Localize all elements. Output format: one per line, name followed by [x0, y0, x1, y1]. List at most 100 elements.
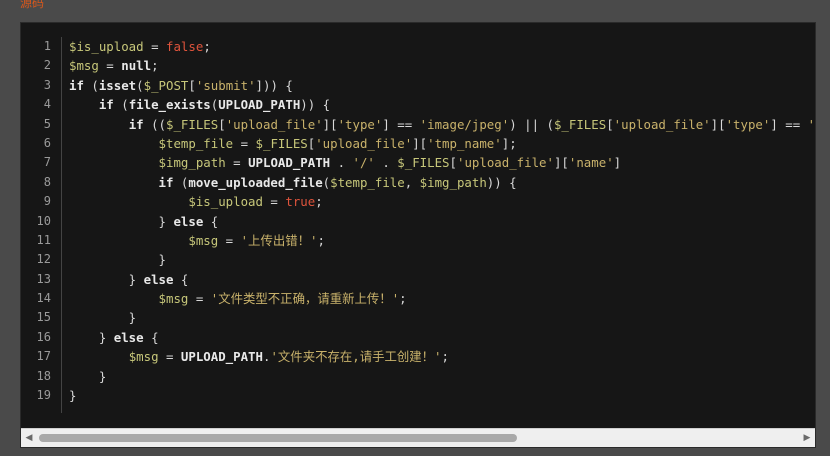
- line-number: 9: [43, 194, 51, 209]
- code-line: }: [69, 250, 815, 269]
- code-token: isset: [98, 77, 137, 93]
- line-number: 16: [36, 329, 51, 344]
- code-token: ]: [613, 155, 622, 171]
- code-token: $_FILES: [553, 116, 607, 132]
- line-number: 12: [36, 252, 51, 267]
- code-token: ;: [399, 291, 407, 307]
- code-line: }: [69, 308, 815, 327]
- code-token: UPLOAD_PATH: [248, 155, 331, 171]
- scroll-right-icon[interactable]: ▶: [801, 432, 813, 444]
- code-block: 1 2 3 4 5 6 7 8 9 10 11 12 13 14 15 16 17 18 19 $is_upload…: [20, 22, 816, 448]
- code-token: true: [285, 194, 316, 210]
- code-token: 'upload_file': [613, 116, 711, 132]
- code-lines: $is_upload = false; $msg = null; if (isset…: [69, 37, 815, 405]
- code-token: else: [143, 271, 174, 287]
- code-token: $msg: [158, 291, 189, 307]
- line-number-gutter: 1 2 3 4 5 6 7 8 9 10 11 12 13 14 15 16 17 18 19: [21, 37, 61, 405]
- scrollbar-thumb[interactable]: [39, 434, 517, 442]
- code-token: }: [69, 310, 137, 326]
- code-line: if (isset($_POST['submit'])) {: [69, 76, 815, 95]
- code-token: $msg: [188, 232, 219, 248]
- code-token: 'upload_file': [225, 116, 323, 132]
- scroll-left-icon[interactable]: ◀: [23, 432, 35, 444]
- code-token: 'type': [337, 116, 383, 132]
- line-number: 5: [43, 116, 51, 131]
- code-token: if: [98, 97, 114, 113]
- code-token: =: [188, 291, 211, 307]
- code-token: ;: [441, 349, 449, 365]
- code-token: ] ==: [382, 116, 420, 132]
- code-line: } else {: [69, 270, 815, 289]
- code-line: $is_upload = true;: [69, 192, 815, 211]
- code-token: 'upload_file': [456, 155, 554, 171]
- code-token: false: [166, 39, 204, 54]
- code-token: =: [225, 155, 249, 171]
- code-token: )) {: [486, 174, 517, 190]
- code-token: =: [218, 232, 241, 248]
- code-token: file_exists: [128, 97, 211, 113]
- code-token: $msg: [69, 58, 99, 74]
- code-line: $msg = null;: [69, 56, 815, 75]
- code-token: move_uploaded_file: [188, 174, 323, 190]
- code-token: ][: [322, 116, 338, 132]
- code-token: UPLOAD_PATH: [218, 97, 301, 113]
- line-number: 4: [43, 97, 51, 112]
- code-line: }: [69, 386, 815, 405]
- code-token: }: [69, 213, 174, 229]
- code-token: else: [173, 213, 204, 229]
- code-line: $is_upload = false;: [69, 37, 815, 56]
- code-token: ;: [203, 39, 211, 54]
- line-number: 19: [36, 388, 51, 403]
- code-line: if (move_uploaded_file($temp_file, $img_…: [69, 173, 815, 192]
- code-token: }: [69, 271, 144, 287]
- code-token: [: [218, 116, 226, 132]
- line-number: 14: [36, 291, 51, 306]
- code-line: } else {: [69, 328, 815, 347]
- code-token: if: [128, 116, 144, 132]
- code-token: ][: [710, 116, 726, 132]
- code-token: ];: [501, 135, 517, 151]
- line-number: 17: [36, 349, 51, 364]
- code-line: }: [69, 367, 815, 386]
- code-line: if (($_FILES['upload_file']['type'] == '…: [69, 115, 815, 134]
- code-token: ;: [315, 194, 323, 210]
- code-token: [: [606, 116, 614, 132]
- code-token: 'type': [725, 116, 771, 132]
- code-token: ,: [404, 174, 420, 190]
- code-token: $temp_file: [330, 174, 405, 190]
- line-number: 1: [43, 39, 51, 53]
- code-token: if: [69, 77, 84, 93]
- code-token: (: [83, 77, 99, 93]
- line-number: 2: [43, 58, 51, 73]
- line-number: 13: [36, 271, 51, 286]
- code-line: $msg = UPLOAD_PATH.'文件夹不存在,请手工创建！';: [69, 347, 815, 366]
- code-token: }: [69, 388, 77, 404]
- code-token: '/': [352, 155, 375, 171]
- code-viewport: 1 2 3 4 5 6 7 8 9 10 11 12 13 14 15 16 17 18 19 $is_upload…: [21, 23, 815, 429]
- line-number: 15: [36, 310, 51, 325]
- gutter-divider: [61, 37, 62, 413]
- code-token: $img_path: [158, 155, 226, 171]
- code-token: =: [233, 135, 256, 151]
- code-token: {: [173, 271, 189, 287]
- code-token: if: [158, 174, 174, 190]
- line-number: 10: [36, 213, 51, 228]
- code-token: ][: [553, 155, 569, 171]
- horizontal-scrollbar[interactable]: ◀ ▶: [21, 428, 815, 447]
- code-token: .: [330, 155, 353, 171]
- code-token: 'upload_file': [315, 135, 413, 151]
- code-token: =: [98, 58, 122, 74]
- code-line: $img_path = UPLOAD_PATH . '/' . $_FILES[…: [69, 153, 815, 172]
- code-line: $temp_file = $_FILES['upload_file']['tmp…: [69, 134, 815, 153]
- code-token: 'image/jpeg': [419, 116, 510, 132]
- code-token: ((: [143, 116, 166, 132]
- code-token: {: [203, 213, 219, 229]
